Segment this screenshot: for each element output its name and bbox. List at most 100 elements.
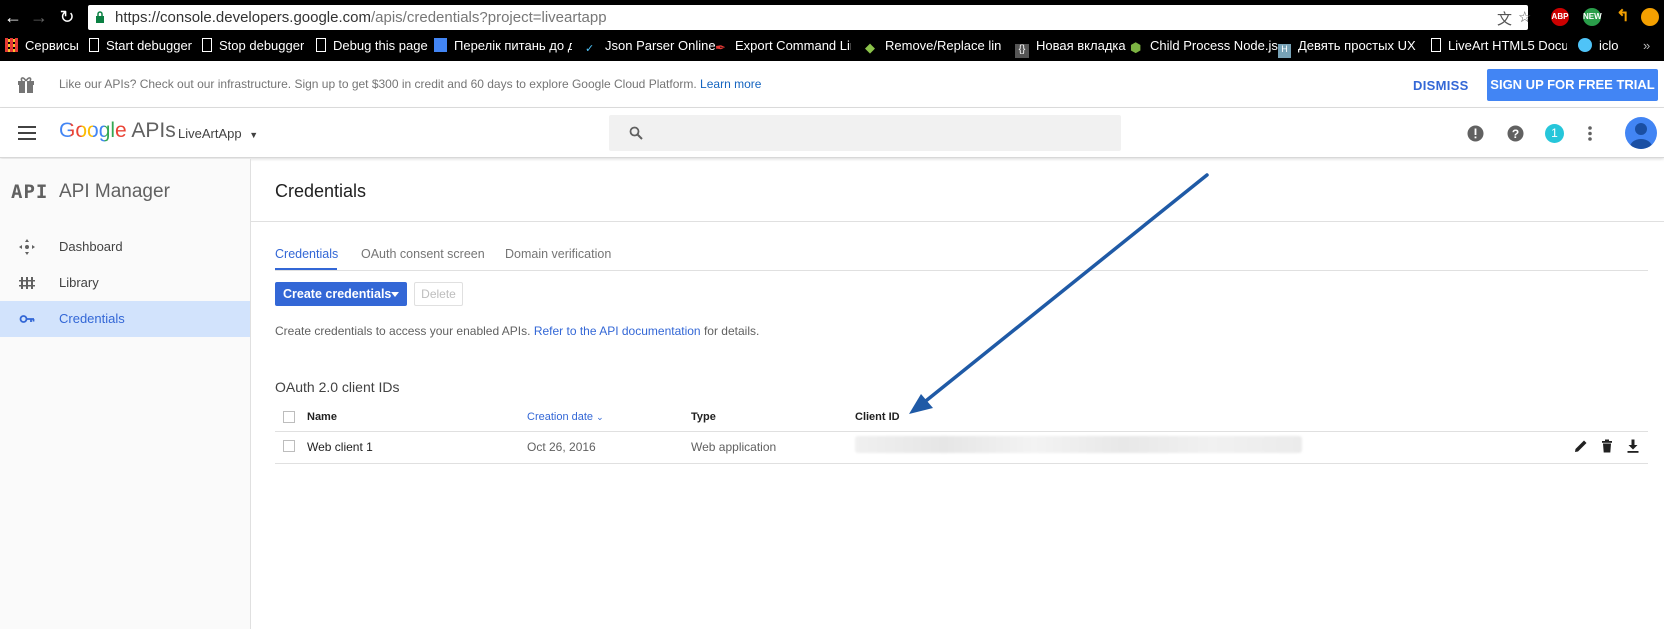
help-icon[interactable]: ? [1507, 125, 1524, 142]
tab-credentials[interactable]: Credentials [275, 247, 338, 261]
gift-icon [18, 77, 34, 93]
extension-new-icon[interactable]: NEW [1583, 8, 1602, 26]
bookmarks-overflow-icon[interactable]: » [1643, 38, 1650, 58]
bookmark-questions[interactable]: Перелік питань до д [434, 38, 572, 58]
address-bar[interactable]: https://console.developers.google.com/ap… [88, 5, 1531, 30]
api-logo: API [11, 181, 49, 203]
back-icon[interactable]: ← [2, 6, 24, 28]
table-row-divider [275, 463, 1648, 464]
delete-button[interactable]: Delete [414, 282, 463, 306]
sidebar-item-dashboard[interactable]: Dashboard [0, 229, 250, 265]
quill-icon: ✒ [715, 40, 726, 55]
translate-icon[interactable]: 文 [1497, 8, 1512, 29]
api-documentation-link[interactable]: Refer to the API documentation [534, 324, 701, 338]
promo-text: Like our APIs? Check out our infrastruct… [59, 77, 762, 91]
download-icon[interactable] [1626, 439, 1640, 453]
divider [251, 221, 1664, 222]
page-icon [202, 38, 212, 52]
column-header-client-id[interactable]: Client ID [855, 411, 900, 423]
notifications-badge[interactable]: 1 [1545, 124, 1564, 143]
google-wordmark: Google [59, 119, 127, 142]
info-text: Create credentials to access your enable… [275, 324, 760, 338]
app-header: Google APIs LiveArtApp ▼ ? 1 [0, 108, 1664, 158]
svg-text:?: ? [1512, 127, 1519, 141]
doc-icon [434, 38, 447, 52]
sort-chevron-icon: ⌄ [596, 412, 604, 422]
bookmark-child-process[interactable]: ⬢ Child Process Node.js [1130, 38, 1278, 58]
browser-toolbar: ← → ↻ https://console.developers.google.… [0, 0, 1664, 34]
dashboard-icon [19, 239, 35, 255]
reload-icon[interactable]: ↻ [56, 6, 78, 28]
library-icon [19, 277, 35, 289]
search-input[interactable] [609, 115, 1121, 151]
caret-down-icon [391, 292, 399, 297]
column-header-name[interactable]: Name [307, 411, 337, 423]
section-title: OAuth 2.0 client IDs [275, 379, 400, 395]
project-selector[interactable]: LiveArtApp ▼ [178, 126, 258, 141]
sidebar-item-label: Library [59, 275, 99, 290]
learn-more-link[interactable]: Learn more [700, 77, 761, 91]
extension-orange-icon[interactable] [1641, 8, 1659, 26]
more-vert-icon[interactable] [1587, 125, 1593, 142]
page-icon [89, 38, 99, 52]
braces-icon: {} [1015, 44, 1029, 58]
avatar[interactable] [1625, 117, 1657, 149]
bookmark-debug-page[interactable]: Debug this page [316, 38, 428, 58]
star-icon[interactable]: ☆ [1518, 8, 1531, 26]
node-icon: ⬢ [1130, 40, 1142, 55]
sidebar-item-library[interactable]: Library [0, 265, 250, 301]
sidebar-title: API Manager [59, 181, 170, 202]
bookmark-liveart-docs[interactable]: LiveArt HTML5 Docum [1431, 38, 1567, 58]
tab-domain-verification[interactable]: Domain verification [505, 247, 611, 261]
sidebar-item-label: Dashboard [59, 239, 123, 254]
client-id-redacted [855, 436, 1302, 453]
sidebar: API API Manager Dashboard Library Creden… [0, 159, 251, 629]
habr-icon: H [1278, 44, 1291, 58]
promo-banner: Like our APIs? Check out our infrastruct… [0, 61, 1664, 108]
bookmark-stop-debugger[interactable]: Stop debugger [202, 38, 304, 58]
column-header-creation-date[interactable]: Creation date ⌄ [527, 411, 604, 423]
row-checkbox[interactable] [283, 440, 295, 452]
globe-icon [1578, 38, 1592, 52]
page-icon [316, 38, 326, 52]
client-name[interactable]: Web client 1 [307, 440, 373, 454]
bookmarks-bar: Сервисы Start debugger Stop debugger Deb… [0, 34, 1664, 61]
bookmark-start-debugger[interactable]: Start debugger [89, 38, 192, 58]
tabs-divider [275, 270, 1648, 271]
user-icon [1630, 123, 1652, 149]
bookmark-iclo[interactable]: iclo [1578, 38, 1619, 58]
forward-icon[interactable]: → [28, 6, 50, 28]
bookmark-new-tab[interactable]: {} Новая вкладка [1015, 38, 1126, 58]
edit-icon[interactable] [1574, 439, 1588, 453]
lock-icon [96, 11, 104, 23]
column-header-type[interactable]: Type [691, 411, 716, 423]
search-icon [629, 126, 643, 140]
page-title: Credentials [275, 181, 367, 201]
select-all-checkbox[interactable] [283, 411, 295, 423]
create-credentials-button[interactable]: Create credentials [275, 282, 407, 306]
bookmark-remove-replace[interactable]: ◆ Remove/Replace line [865, 38, 1001, 58]
delete-icon[interactable] [1600, 439, 1614, 453]
sidebar-item-credentials[interactable]: Credentials [0, 301, 250, 337]
adblock-icon[interactable]: ABP [1551, 8, 1569, 26]
dismiss-button[interactable]: DISMISS [1413, 78, 1469, 93]
url-text: https://console.developers.google.com/ap… [115, 9, 607, 26]
json-icon: ✓ [585, 43, 595, 55]
tab-oauth-consent-screen[interactable]: OAuth consent screen [361, 247, 485, 261]
google-apis-logo[interactable]: Google APIs [59, 119, 176, 143]
bookmark-ux-article[interactable]: H Девять простых UX и [1278, 38, 1416, 58]
bookmark-services[interactable]: Сервисы [5, 38, 79, 58]
key-icon [19, 315, 35, 323]
apps-grid-icon [5, 38, 18, 52]
bookmark-json-parser[interactable]: ✓ Json Parser Online [585, 38, 716, 58]
diamond-icon: ◆ [865, 40, 875, 55]
bookmark-export-command[interactable]: ✒Export Command Line [715, 38, 851, 58]
menu-icon[interactable] [18, 126, 36, 140]
active-tab-indicator [275, 268, 337, 270]
extension-flag-icon[interactable]: ↰ [1614, 8, 1632, 26]
free-trial-button[interactable]: SIGN UP FOR FREE TRIAL [1487, 69, 1658, 101]
table-header-divider [275, 431, 1648, 432]
client-type: Web application [691, 440, 777, 454]
feedback-icon[interactable] [1467, 125, 1484, 142]
caret-down-icon: ▼ [249, 130, 259, 140]
